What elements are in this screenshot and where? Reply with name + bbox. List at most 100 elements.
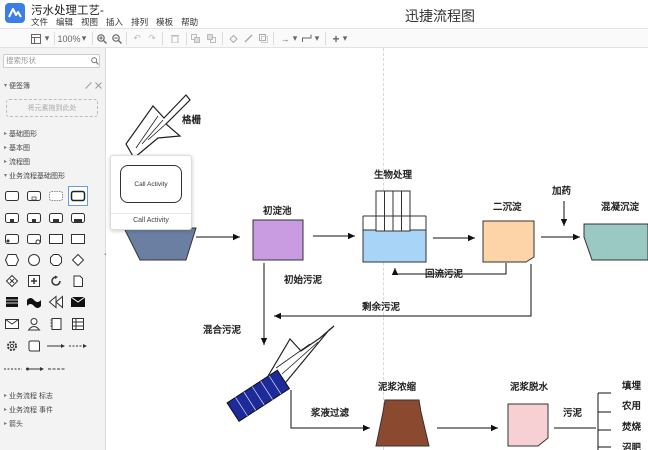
section-bpmn-basic[interactable]: ▾ 业务流程基础图形 [0, 169, 105, 182]
zoom-in-icon[interactable] [96, 32, 107, 45]
search-icon[interactable] [91, 57, 99, 65]
bio-tank[interactable] [362, 190, 427, 263]
menu-insert[interactable]: 插入 [106, 16, 123, 28]
label-coag-tank[interactable]: 混凝沉淀 [601, 199, 639, 213]
chevron-down-icon[interactable]: ▾ [80, 32, 88, 45]
scratchpad-drop-zone[interactable]: 将元素拖到此处 [6, 99, 98, 117]
to-front-icon[interactable] [190, 32, 200, 45]
label-sludge[interactable]: 污泥 [563, 405, 582, 419]
section-bpmn-markers[interactable]: ▸ 业务流程 标志 [0, 389, 105, 402]
menu-template[interactable]: 模板 [156, 16, 173, 28]
shape-database[interactable] [3, 294, 21, 310]
shape-hexagon[interactable] [3, 252, 21, 268]
label-excess-sludge[interactable]: 剩余污泥 [362, 299, 400, 313]
user-icon[interactable] [25, 316, 43, 332]
label-secondary-tank[interactable]: 二沉淀 [493, 199, 522, 213]
section-arrows[interactable]: ▸ 箭头 [0, 417, 105, 430]
chevron-down-icon[interactable]: ▾ [313, 32, 321, 45]
menu-file[interactable]: 文件 [31, 16, 48, 28]
secondary-tank[interactable] [482, 220, 535, 263]
page-layout-icon[interactable] [30, 32, 42, 45]
shape-rectangle[interactable] [69, 231, 87, 247]
label-landfill[interactable]: 填埋 [622, 378, 641, 392]
gear-icon[interactable] [3, 338, 21, 354]
shape-task-marker[interactable] [3, 210, 21, 226]
shape-task-plain[interactable] [47, 231, 65, 247]
label-biogas[interactable]: 沼肥 [622, 440, 641, 450]
label-return-sludge[interactable]: 回流污泥 [425, 266, 463, 280]
refresh-icon[interactable] [47, 273, 65, 289]
fill-color-icon[interactable] [228, 32, 238, 45]
shape-task-event[interactable] [25, 231, 43, 247]
shape-diamond[interactable] [69, 252, 87, 268]
label-incinerate[interactable]: 焚烧 [622, 419, 641, 433]
connector-message[interactable] [46, 361, 68, 377]
shape-call-activity[interactable] [68, 186, 88, 206]
shape-task[interactable] [3, 188, 21, 204]
thickener[interactable] [375, 399, 430, 447]
section-bpmn-events[interactable]: ▸ 业务流程 事件 [0, 403, 105, 416]
connector-line[interactable] [2, 361, 24, 377]
redo-icon[interactable]: ↷ [147, 32, 157, 45]
shape-task-compensation[interactable] [69, 210, 87, 226]
insert-icon[interactable]: + [331, 32, 341, 46]
label-primary-tank[interactable]: 初淀池 [263, 203, 292, 217]
shape-octagon[interactable] [47, 252, 65, 268]
zoom-out-icon[interactable] [111, 32, 122, 45]
document-icon[interactable] [47, 316, 65, 332]
shape-task-multi[interactable] [47, 210, 65, 226]
chevron-down-icon[interactable]: ▾ [291, 32, 299, 45]
shape-gateway-exclusive[interactable] [3, 273, 21, 289]
table-icon[interactable] [69, 316, 87, 332]
chevron-down-icon[interactable]: ▾ [43, 32, 51, 45]
close-icon[interactable] [95, 82, 102, 89]
label-dosing[interactable]: 加药 [552, 183, 571, 197]
waypoint-icon[interactable] [301, 32, 313, 45]
scroll-icon[interactable] [25, 338, 43, 354]
connector-icon[interactable]: → [279, 32, 291, 45]
menu-edit[interactable]: 编辑 [56, 16, 73, 28]
shadow-icon[interactable] [258, 32, 268, 45]
menu-help[interactable]: 帮助 [181, 16, 198, 28]
grille-conveyor[interactable] [125, 94, 191, 159]
shape-data-store[interactable] [69, 273, 87, 289]
connector-arrow[interactable] [67, 338, 89, 354]
grille-tank[interactable] [123, 227, 197, 261]
shape-signal-wave[interactable] [25, 294, 43, 310]
section-basic-shapes[interactable]: ▸ 基础图形 [0, 127, 105, 140]
label-mixed-sludge[interactable]: 混合污泥 [203, 322, 241, 336]
section-flowchart[interactable]: ▸ 流程图 [0, 155, 105, 168]
undo-icon[interactable]: ↶ [132, 32, 142, 45]
menu-arrange[interactable]: 排列 [131, 16, 148, 28]
chevron-down-icon[interactable]: ▾ [341, 32, 349, 45]
shape-task-adhoc[interactable] [3, 231, 21, 247]
label-bio[interactable]: 生物处理 [374, 167, 412, 181]
line-color-icon[interactable] [243, 32, 253, 45]
label-slurry-filter[interactable]: 浆液过滤 [311, 405, 349, 419]
primary-tank[interactable] [252, 219, 304, 261]
shape-task-loop[interactable] [25, 210, 43, 226]
dewater[interactable] [507, 403, 549, 447]
diagram-canvas[interactable]: 格栅 初淀池 生物处理 二沉淀 加药 混凝沉淀 初始污泥 回流污泥 剩余污泥 混… [106, 48, 648, 450]
shape-circle[interactable] [25, 252, 43, 268]
connector-arrow[interactable] [45, 338, 67, 354]
section-basic-diagram[interactable]: ▸ 基本图 [0, 141, 105, 154]
envelope-icon[interactable] [69, 294, 87, 310]
envelope-outline-icon[interactable] [3, 316, 21, 332]
menu-view[interactable]: 视图 [81, 16, 98, 28]
to-back-icon[interactable] [206, 32, 216, 45]
label-dewatering[interactable]: 泥浆脱水 [510, 379, 548, 393]
coag-tank[interactable] [583, 223, 648, 261]
edit-icon[interactable] [85, 82, 92, 89]
label-agri[interactable]: 农用 [622, 398, 641, 412]
connector-association[interactable] [24, 361, 46, 377]
label-thickening[interactable]: 泥浆浓缩 [378, 379, 416, 393]
label-initial-sludge[interactable]: 初始污泥 [284, 272, 322, 286]
zoom-level[interactable]: 100% [57, 32, 80, 45]
shape-subprocess[interactable] [25, 188, 43, 204]
search-input[interactable]: 搜索形状 [3, 54, 100, 68]
delete-icon[interactable] [170, 32, 180, 45]
shape-gateway-parallel[interactable] [25, 273, 43, 289]
label-grille[interactable]: 格栅 [182, 112, 201, 126]
shape-transaction[interactable] [47, 188, 65, 204]
